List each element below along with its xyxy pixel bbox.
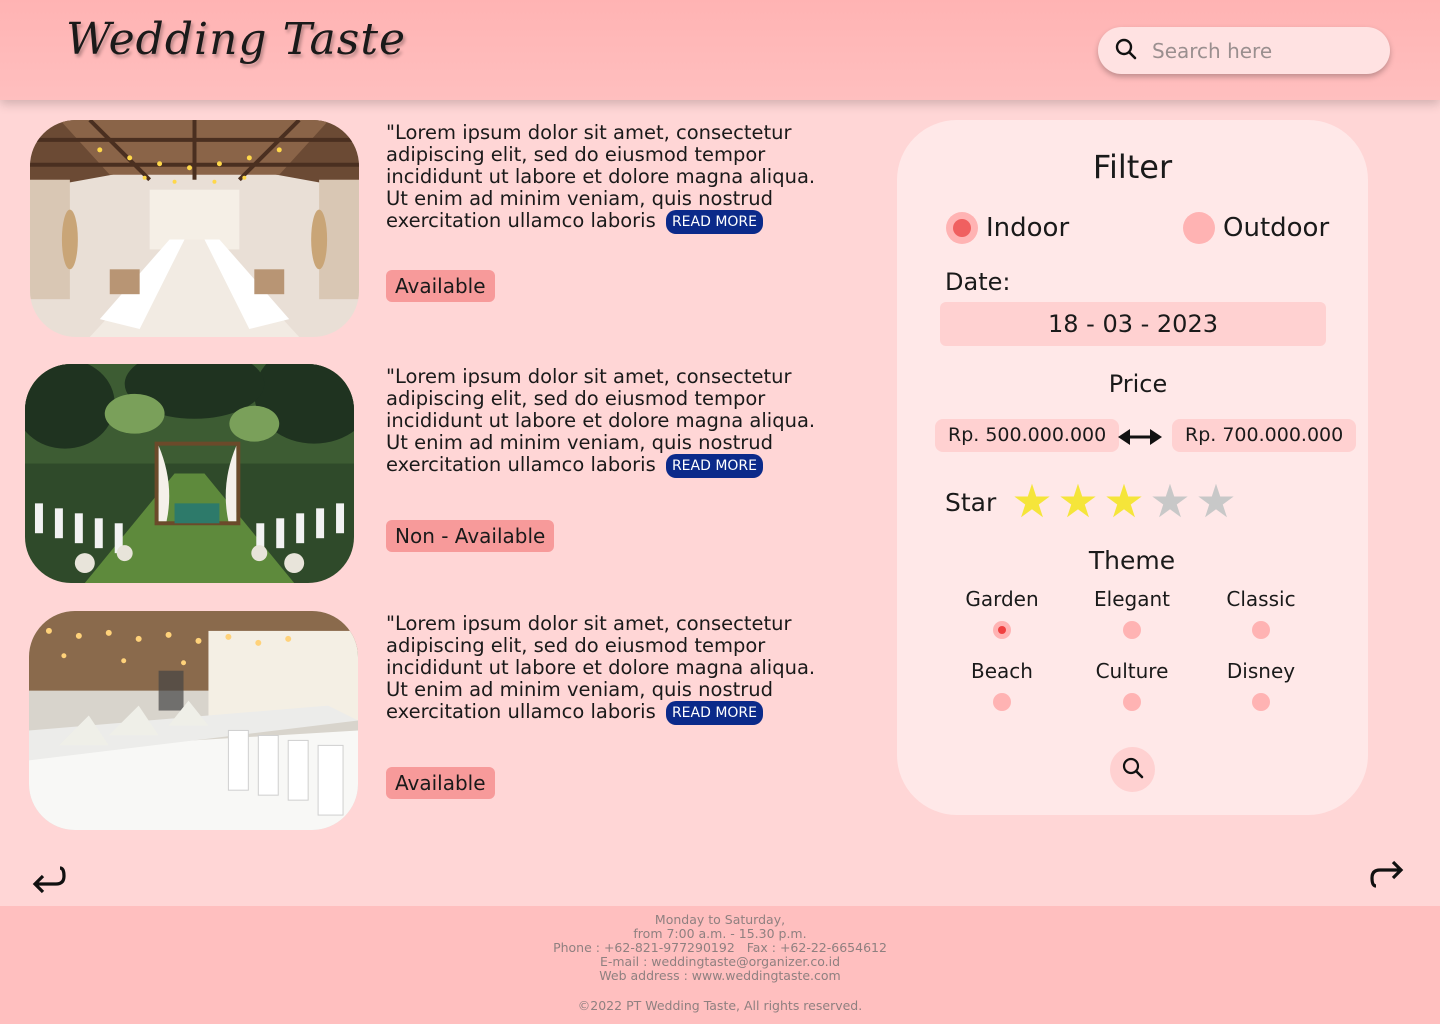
theme-option-label: Beach	[971, 659, 1033, 683]
star-icon[interactable]: ★	[1147, 476, 1193, 526]
radio-button[interactable]	[993, 693, 1011, 711]
date-field[interactable]: 18 - 03 - 2023	[940, 302, 1326, 346]
star-icon[interactable]: ★	[1193, 476, 1239, 526]
theme-option-classic[interactable]: Classic	[1206, 587, 1316, 639]
footer: Monday to Saturday, from 7:00 a.m. - 15.…	[0, 906, 1440, 1024]
status-badge: Available	[386, 270, 495, 302]
venue-photo[interactable]	[25, 364, 354, 583]
star-icon[interactable]: ★	[1055, 476, 1101, 526]
theme-option-label: Culture	[1095, 659, 1169, 683]
radio-button[interactable]	[993, 621, 1011, 639]
read-more-button[interactable]: READ MORE	[665, 210, 763, 234]
price-min-field[interactable]: Rp. 500.000.000	[935, 419, 1120, 452]
theme-option-culture[interactable]: Culture	[1077, 659, 1187, 711]
theme-option-label: Garden	[965, 587, 1039, 611]
header: Wedding Taste	[0, 0, 1440, 100]
theme-label: Theme	[1088, 546, 1176, 575]
read-more-button[interactable]: READ MORE	[665, 701, 763, 725]
radio-button[interactable]	[1252, 693, 1270, 711]
theme-option-garden[interactable]: Garden	[947, 587, 1057, 639]
search-bar[interactable]	[1098, 27, 1390, 74]
theme-option-label: Disney	[1226, 659, 1296, 683]
forward-arrow-icon[interactable]	[1370, 858, 1406, 894]
logo[interactable]: Wedding Taste	[66, 14, 406, 65]
theme-option-beach[interactable]: Beach	[947, 659, 1057, 711]
search-icon	[1121, 756, 1145, 784]
filter-search-button[interactable]	[1110, 747, 1155, 792]
filter-panel: Filter Indoor Outdoor Date: 18 - 03 - 20…	[897, 120, 1368, 815]
listing-card: "Lorem ipsum dolor sit amet, consectetur…	[25, 364, 885, 584]
footer-hours: Monday to Saturday,	[654, 912, 786, 927]
radio-button[interactable]	[946, 212, 978, 244]
radio-button[interactable]	[1123, 621, 1141, 639]
venue-option-label: Outdoor	[1223, 213, 1330, 243]
radio-button[interactable]	[1183, 212, 1215, 244]
price-label: Price	[1108, 370, 1168, 398]
status-badge: Non - Available	[386, 520, 555, 552]
back-arrow-icon[interactable]	[30, 862, 66, 898]
listing-description: "Lorem ipsum dolor sit amet, consectetur…	[386, 122, 826, 234]
search-input[interactable]	[1152, 38, 1372, 63]
range-arrow-icon	[1118, 425, 1162, 453]
star-label: Star	[945, 488, 997, 517]
radio-button[interactable]	[1123, 693, 1141, 711]
copyright: ©2022 PT Wedding Taste, All rights reser…	[577, 998, 863, 1013]
filter-title: Filter	[1092, 148, 1173, 186]
footer-email[interactable]: E-mail : weddingtaste@organizer.co.id	[0, 955, 1440, 969]
venue-option-label: Indoor	[986, 213, 1070, 243]
theme-option-elegant[interactable]: Elegant	[1077, 587, 1187, 639]
listing-description: "Lorem ipsum dolor sit amet, consectetur…	[386, 366, 826, 478]
read-more-button[interactable]: READ MORE	[665, 454, 763, 478]
venue-option-outdoor[interactable]: Outdoor	[1183, 212, 1329, 244]
footer-hours: from 7:00 a.m. - 15.30 p.m.	[633, 926, 807, 941]
search-icon[interactable]	[1114, 37, 1138, 65]
theme-option-label: Elegant	[1094, 587, 1170, 611]
status-badge: Available	[386, 767, 495, 799]
price-max-field[interactable]: Rp. 700.000.000	[1172, 419, 1357, 452]
date-label: Date:	[945, 268, 1011, 296]
venue-photo[interactable]	[30, 120, 359, 337]
star-rating[interactable]: ★ ★ ★ ★ ★	[1009, 476, 1239, 526]
footer-phone: Phone : +62-821-977290192 Fax : +62-22-6…	[553, 940, 887, 955]
theme-option-label: Classic	[1226, 587, 1296, 611]
venue-photo[interactable]	[29, 611, 358, 830]
footer-web[interactable]: Web address : www.weddingtaste.com	[0, 969, 1440, 983]
listing-card: "Lorem ipsum dolor sit amet, consectetur…	[25, 611, 885, 831]
theme-option-disney[interactable]: Disney	[1206, 659, 1316, 711]
radio-button[interactable]	[1252, 621, 1270, 639]
star-icon[interactable]: ★	[1009, 476, 1055, 526]
venue-option-indoor[interactable]: Indoor	[946, 212, 1069, 244]
listing-card: "Lorem ipsum dolor sit amet, consectetur…	[25, 120, 885, 338]
star-icon[interactable]: ★	[1101, 476, 1147, 526]
listing-description: "Lorem ipsum dolor sit amet, consectetur…	[386, 613, 826, 725]
